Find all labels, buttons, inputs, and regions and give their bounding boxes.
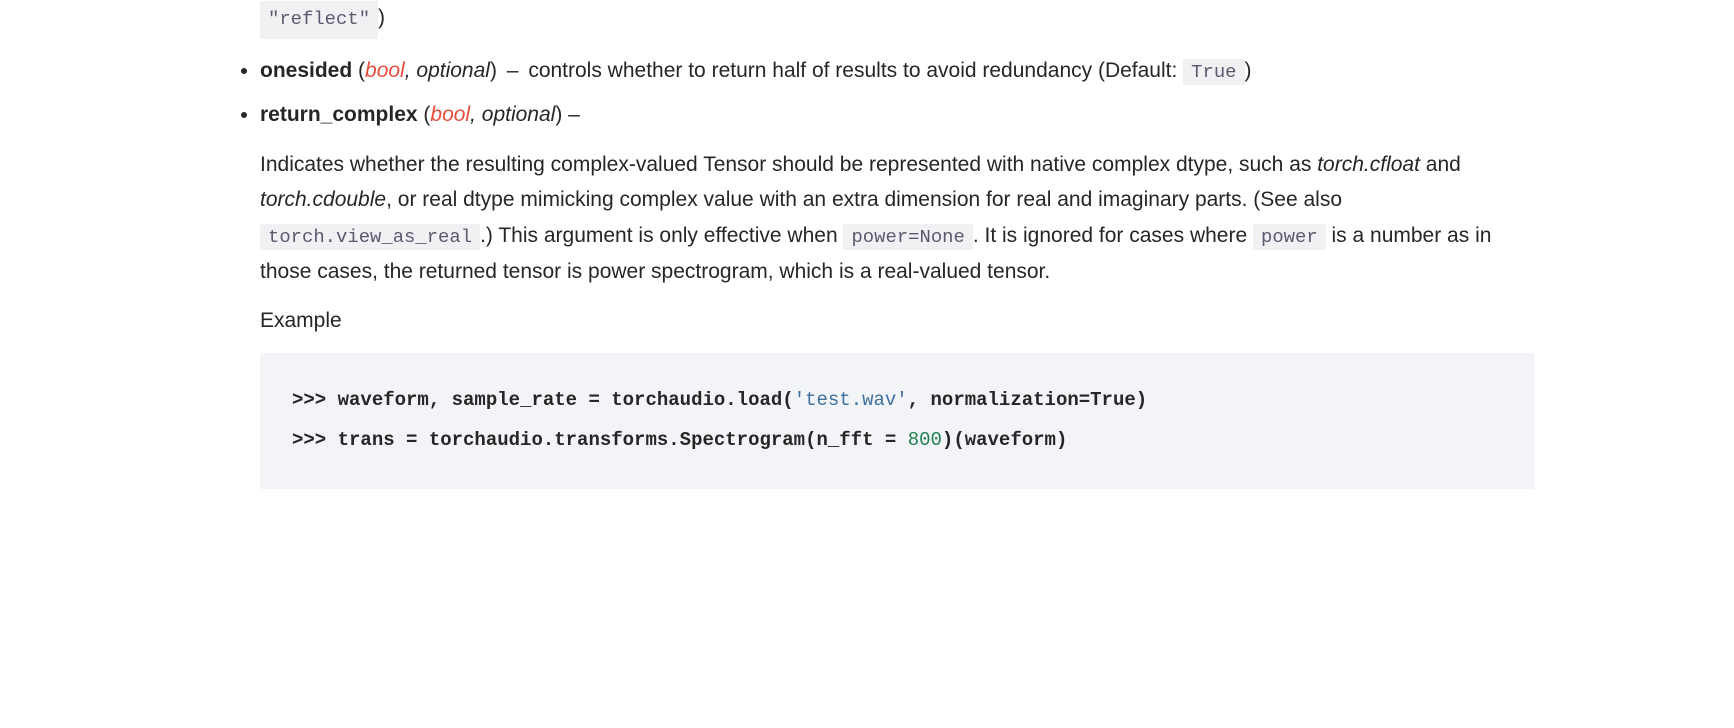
code-view-as-real[interactable]: torch.view_as_real	[260, 224, 480, 250]
param-description: Indicates whether the resulting complex-…	[260, 147, 1534, 489]
code-reflect: "reflect"	[260, 1, 378, 39]
em-cfloat: torch.cfloat	[1317, 153, 1420, 176]
param-onesided: onesided (bool, optional) – controls whe…	[260, 53, 1534, 89]
code-example: >>> waveform, sample_rate = torchaudio.l…	[260, 353, 1534, 489]
param-name: onesided	[260, 59, 352, 82]
em-cdouble: torch.cdouble	[260, 188, 386, 211]
code-default-true: True	[1183, 59, 1244, 85]
doc-content: onesided (bool, optional) – controls whe…	[0, 53, 1734, 537]
code-power-none: power=None	[843, 224, 972, 250]
param-type[interactable]: bool	[365, 59, 405, 82]
param-name: return_complex	[260, 103, 418, 126]
param-optional: , optional	[470, 103, 555, 126]
code-power: power	[1253, 224, 1326, 250]
param-optional: , optional	[405, 59, 490, 82]
param-type[interactable]: bool	[430, 103, 470, 126]
param-return-complex: return_complex (bool, optional) – Indica…	[260, 97, 1534, 489]
parameter-list: onesided (bool, optional) – controls whe…	[200, 53, 1534, 489]
prev-param-residual: "reflect")	[0, 0, 1734, 39]
param-desc: controls whether to return half of resul…	[528, 59, 1183, 82]
example-label: Example	[260, 303, 1534, 339]
